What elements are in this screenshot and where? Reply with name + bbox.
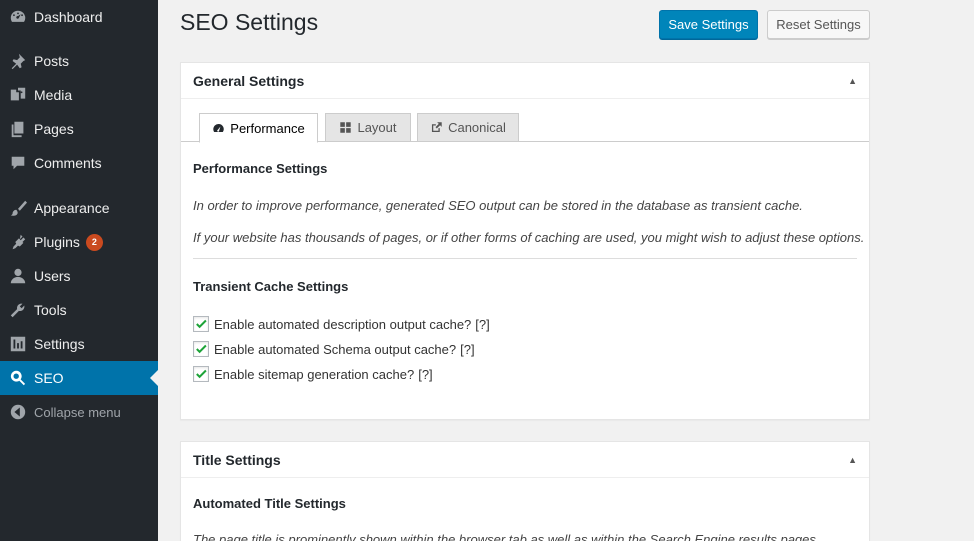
performance-description-2: If your website has thousands of pages, … bbox=[193, 230, 865, 245]
sidebar-item-dashboard[interactable]: Dashboard bbox=[0, 0, 158, 34]
performance-heading: Performance Settings bbox=[193, 161, 328, 176]
sidebar-item-posts[interactable]: Posts bbox=[0, 44, 158, 78]
collapse-toggle-icon[interactable]: ▲ bbox=[848, 455, 857, 465]
reset-settings-button[interactable]: Reset Settings bbox=[767, 10, 870, 39]
sidebar-item-plugins[interactable]: Plugins 2 bbox=[0, 225, 158, 259]
sidebar-item-label: Comments bbox=[34, 155, 102, 171]
collapse-menu-button[interactable]: Collapse menu bbox=[0, 395, 158, 429]
help-link[interactable]: [?] bbox=[418, 367, 432, 382]
update-count-badge: 2 bbox=[85, 233, 103, 251]
sidebar-item-label: Appearance bbox=[34, 200, 110, 216]
panel-header[interactable]: Title Settings ▲ bbox=[181, 442, 869, 478]
sitemap-cache-checkbox[interactable] bbox=[193, 366, 209, 382]
page-title: SEO Settings bbox=[180, 9, 319, 35]
title-settings-panel: Title Settings ▲ Automated Title Setting… bbox=[180, 441, 870, 541]
general-settings-panel: General Settings ▲ Performance Layout Ca… bbox=[180, 62, 870, 420]
panel-title: Title Settings bbox=[193, 451, 281, 468]
user-icon bbox=[0, 259, 34, 293]
wrench-icon bbox=[0, 293, 34, 327]
gauge-icon bbox=[213, 123, 224, 132]
sidebar-item-label: Pages bbox=[34, 121, 74, 137]
brush-icon bbox=[0, 191, 34, 225]
sidebar-item-label: Dashboard bbox=[34, 9, 103, 25]
pages-icon bbox=[0, 112, 34, 146]
schema-cache-option: Enable automated Schema output cache? [?… bbox=[193, 341, 475, 357]
panel-title: General Settings bbox=[193, 72, 305, 89]
grid-icon bbox=[340, 122, 352, 133]
sidebar-item-seo[interactable]: SEO bbox=[0, 361, 158, 395]
help-link[interactable]: [?] bbox=[460, 342, 474, 357]
sidebar-item-label: Users bbox=[34, 268, 71, 284]
checkmark-icon bbox=[196, 344, 207, 354]
sidebar-item-label: SEO bbox=[34, 370, 64, 386]
collapse-icon bbox=[0, 395, 34, 429]
title-settings-description: The page title is prominently shown with… bbox=[193, 532, 820, 541]
sidebar-item-label: Settings bbox=[34, 336, 85, 352]
dashboard-icon bbox=[0, 0, 34, 34]
sidebar-item-pages[interactable]: Pages bbox=[0, 112, 158, 146]
checkbox-label[interactable]: Enable automated Schema output cache? bbox=[214, 342, 456, 357]
pin-icon bbox=[0, 44, 34, 78]
checkmark-icon bbox=[196, 369, 207, 379]
media-icon bbox=[0, 78, 34, 112]
help-link[interactable]: [?] bbox=[475, 317, 489, 332]
performance-description-1: In order to improve performance, generat… bbox=[193, 198, 803, 213]
tab-layout[interactable]: Layout bbox=[325, 113, 411, 142]
tab-performance[interactable]: Performance bbox=[199, 113, 318, 143]
sidebar-item-label: Posts bbox=[34, 53, 70, 69]
external-link-icon bbox=[432, 122, 442, 133]
sidebar-item-comments[interactable]: Comments bbox=[0, 146, 158, 180]
sidebar-item-tools[interactable]: Tools bbox=[0, 293, 158, 327]
sidebar-item-label: Tools bbox=[34, 302, 67, 318]
tab-label: Layout bbox=[357, 120, 397, 135]
description-cache-option: Enable automated description output cach… bbox=[193, 316, 490, 332]
checkbox-label[interactable]: Enable automated description output cach… bbox=[214, 317, 471, 332]
comment-icon bbox=[0, 146, 34, 180]
sidebar-item-settings[interactable]: Settings bbox=[0, 327, 158, 361]
settings-icon bbox=[0, 327, 34, 361]
description-cache-checkbox[interactable] bbox=[193, 316, 209, 332]
sidebar-item-label: Collapse menu bbox=[34, 404, 121, 420]
sidebar-item-media[interactable]: Media bbox=[0, 78, 158, 112]
automated-title-heading: Automated Title Settings bbox=[193, 496, 346, 511]
search-icon bbox=[0, 361, 34, 395]
save-settings-button[interactable]: Save Settings bbox=[659, 10, 758, 39]
sidebar-item-label: Media bbox=[34, 87, 73, 103]
sidebar-item-users[interactable]: Users bbox=[0, 259, 158, 293]
sidebar-item-appearance[interactable]: Appearance bbox=[0, 191, 158, 225]
schema-cache-checkbox[interactable] bbox=[193, 341, 209, 357]
sitemap-cache-option: Enable sitemap generation cache? [?] bbox=[193, 366, 433, 382]
admin-sidebar: Dashboard Posts Media Pages Comments App… bbox=[0, 0, 158, 541]
tab-label: Performance bbox=[230, 120, 305, 136]
plugin-icon bbox=[0, 225, 34, 259]
checkmark-icon bbox=[196, 319, 207, 329]
tab-canonical[interactable]: Canonical bbox=[417, 113, 519, 142]
sidebar-item-label: Plugins bbox=[34, 234, 80, 250]
section-divider bbox=[193, 258, 857, 259]
panel-header[interactable]: General Settings ▲ bbox=[181, 63, 869, 99]
transient-cache-heading: Transient Cache Settings bbox=[193, 279, 349, 294]
settings-tabs: Performance Layout Canonical bbox=[181, 99, 869, 143]
tab-label: Canonical bbox=[448, 120, 506, 135]
checkbox-label[interactable]: Enable sitemap generation cache? bbox=[214, 367, 414, 382]
collapse-toggle-icon[interactable]: ▲ bbox=[848, 76, 857, 86]
